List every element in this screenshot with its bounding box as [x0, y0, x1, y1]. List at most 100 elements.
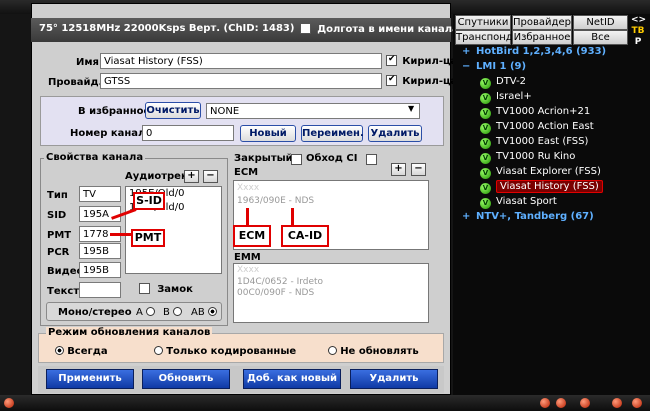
tree-group[interactable]: + HotBird 1,2,3,4,6 (933): [462, 44, 642, 59]
side-marker-tv[interactable]: ТВ: [631, 26, 645, 37]
provider-label: Провайд.: [48, 77, 103, 88]
tree-channel[interactable]: V TV1000 East (FSS): [462, 134, 642, 149]
bypass-ci-label: Обход CI: [306, 153, 358, 164]
tree-label: Viasat History (FSS): [496, 180, 603, 193]
lock-checkbox[interactable]: [139, 283, 150, 294]
tree-channel-selected[interactable]: V Viasat History (FSS): [462, 179, 642, 194]
ecm-add-button[interactable]: +: [391, 163, 406, 176]
ecm-item[interactable]: Xxxx: [234, 181, 428, 195]
type-input[interactable]: TV: [79, 186, 121, 202]
app-close-icon[interactable]: [4, 398, 14, 408]
tree-group[interactable]: + NTV+, Tandberg (67): [462, 209, 642, 224]
emm-item[interactable]: 1D4C/0652 - Irdeto: [234, 277, 428, 288]
tree-channel[interactable]: V TV1000 Ru Kino: [462, 149, 642, 164]
lock-checkbox-group[interactable]: Замок: [139, 283, 193, 295]
long-names-checkbox[interactable]: [300, 23, 311, 34]
cyrillic-checkbox-2[interactable]: [386, 75, 397, 86]
cyrillic-label-1: Кирил-ца: [402, 56, 458, 67]
channel-v-icon: V: [480, 183, 491, 194]
tab-satellites[interactable]: Спутники: [455, 15, 511, 30]
type-label: Тип: [47, 190, 68, 201]
update-none-radio[interactable]: [328, 346, 337, 355]
chevron-down-icon[interactable]: ▼: [408, 104, 414, 113]
clear-button[interactable]: Очистить: [145, 102, 201, 119]
tree-channel[interactable]: V Viasat Explorer (FSS): [462, 164, 642, 179]
favorites-select[interactable]: NONE: [206, 103, 420, 119]
audio-add-button[interactable]: +: [184, 170, 199, 183]
name-input[interactable]: Viasat History (FSS): [100, 53, 382, 69]
mono-b-option[interactable]: B: [163, 307, 183, 318]
pmt-arrow: [110, 233, 132, 236]
text-label: Текст: [47, 286, 80, 297]
emm-list[interactable]: Xxxx 1D4C/0652 - Irdeto 00C0/090F - NDS: [233, 263, 429, 323]
video-label: Видео: [47, 266, 84, 277]
channel-v-icon: V: [480, 123, 491, 134]
collapse-icon[interactable]: −: [462, 59, 476, 74]
update-always-radio[interactable]: [55, 346, 64, 355]
channel-v-icon: V: [480, 138, 491, 149]
apply-button[interactable]: Применить: [46, 369, 134, 389]
tree-channel[interactable]: V Israel+: [462, 89, 642, 104]
new-button[interactable]: Новый: [240, 125, 296, 142]
tab-favorites[interactable]: Избранное: [512, 30, 572, 45]
add-new-button[interactable]: Доб. как новый: [243, 369, 341, 389]
text-input[interactable]: [79, 282, 121, 298]
tree-label: DTV-2: [496, 76, 527, 87]
tab-all[interactable]: Все: [573, 30, 628, 45]
expand-icon[interactable]: +: [462, 209, 476, 224]
channel-tree: + HotBird 1,2,3,4,6 (933) − LMI 1 (9) V DTV-2…: [462, 44, 642, 224]
channel-props-title: Свойства канала: [44, 152, 146, 163]
tree-channel[interactable]: V TV1000 Acrion+21: [462, 104, 642, 119]
app-bottom-bar: [0, 395, 650, 411]
rename-button[interactable]: Переимен.: [301, 125, 364, 142]
tree-channel[interactable]: V TV1000 Action East: [462, 119, 642, 134]
update-coded-label: Только кодированные: [166, 346, 297, 357]
update-coded-radio[interactable]: [154, 346, 163, 355]
tree-channel[interactable]: V Viasat Sport: [462, 194, 642, 209]
tab-netid[interactable]: NetID: [573, 15, 628, 30]
audio-label: Аудиотрек: [125, 171, 188, 182]
delete-button[interactable]: Удалить: [350, 369, 438, 389]
tree-group[interactable]: − LMI 1 (9): [462, 59, 642, 74]
mono-ab-option[interactable]: AB: [191, 307, 217, 318]
tree-label: TV1000 East (FSS): [496, 136, 589, 147]
sid-input[interactable]: 195A: [79, 206, 121, 222]
pcr-label: PCR: [47, 247, 70, 258]
closed-checkbox[interactable]: [291, 154, 302, 165]
mono-b-radio[interactable]: [173, 307, 183, 316]
tree-label: TV1000 Ru Kino: [496, 151, 576, 162]
tab-provider[interactable]: Провайдер: [512, 15, 572, 30]
bypass-ci-checkbox[interactable]: [366, 154, 377, 165]
tree-label: LMI 1 (9): [476, 61, 527, 72]
mono-a-radio[interactable]: [146, 307, 156, 316]
ecm-arrow: [246, 208, 249, 226]
audio-remove-button[interactable]: −: [203, 170, 218, 183]
closed-label: Закрытый: [234, 153, 293, 164]
update-always-label: Всегда: [67, 346, 108, 357]
long-names-checkbox-group[interactable]: Долгота в имени канала: [300, 23, 459, 35]
expand-icon[interactable]: +: [462, 44, 476, 59]
mono-a-option[interactable]: A: [136, 307, 156, 318]
delete-small-button[interactable]: Удалить: [368, 125, 422, 142]
side-marker-arrows[interactable]: <>: [631, 15, 646, 26]
emm-item[interactable]: 00C0/090F - NDS: [234, 288, 428, 299]
update-always-option[interactable]: Всегда: [55, 346, 108, 357]
provider-input[interactable]: GTSS: [100, 73, 382, 89]
video-input[interactable]: 195B: [79, 262, 121, 278]
pcr-input[interactable]: 195B: [79, 243, 121, 259]
ecm-remove-button[interactable]: −: [411, 163, 426, 176]
update-none-option[interactable]: Не обновлять: [328, 346, 419, 357]
ecm-item[interactable]: 1963/090E - NDS: [234, 195, 428, 207]
emm-item[interactable]: Xxxx: [234, 264, 428, 277]
cyrillic-checkbox-2-group[interactable]: Кирил-ца: [386, 75, 457, 87]
cyrillic-checkbox-1[interactable]: [386, 55, 397, 66]
channel-v-icon: V: [480, 168, 491, 179]
update-coded-option[interactable]: Только кодированные: [154, 346, 296, 357]
channel-number-label: Номер канала: [70, 128, 153, 139]
tree-channel[interactable]: V DTV-2: [462, 74, 642, 89]
mono-ab-radio[interactable]: [207, 307, 217, 316]
channel-number-input[interactable]: 0: [142, 125, 234, 141]
tab-transponder[interactable]: Транспонд.: [455, 30, 516, 45]
cyrillic-checkbox-1-group[interactable]: Кирил-ца: [386, 55, 457, 67]
update-button[interactable]: Обновить: [142, 369, 230, 389]
